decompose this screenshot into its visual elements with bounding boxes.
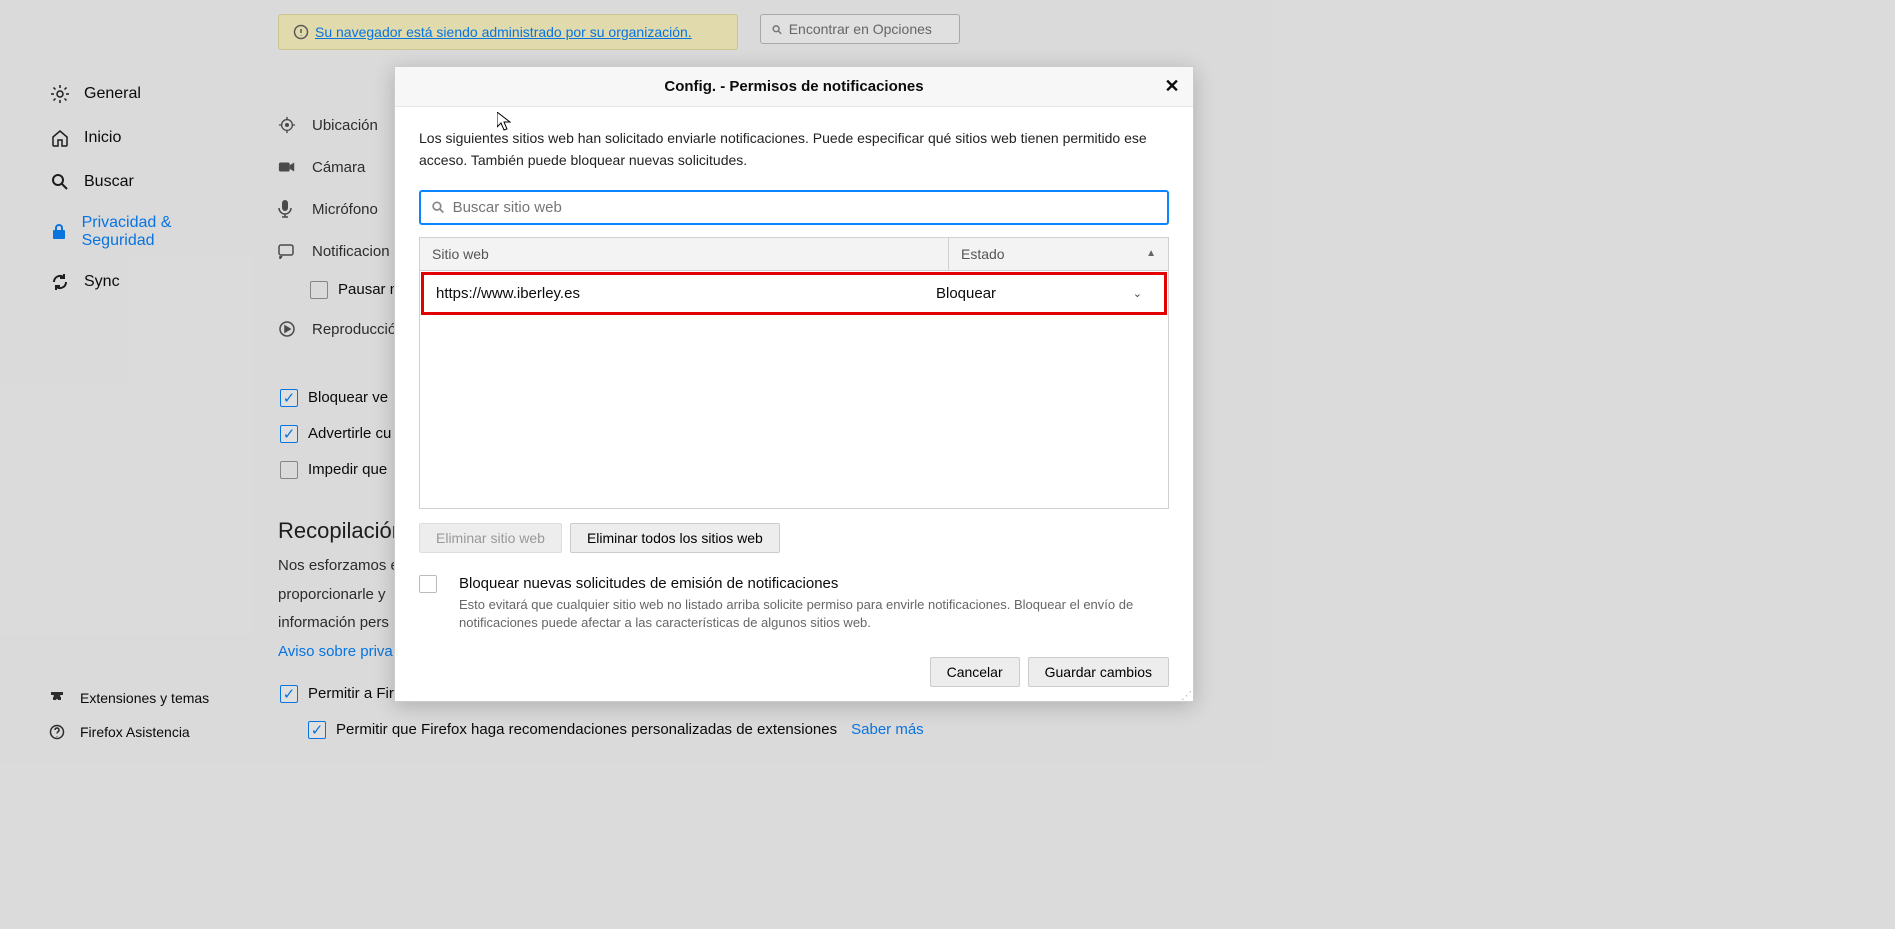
chevron-down-icon: ⌄ — [1133, 287, 1142, 300]
resize-grip-icon[interactable]: ⋰ — [1181, 694, 1191, 699]
block-new-label: Bloquear nuevas solicitudes de emisión d… — [459, 575, 1169, 592]
close-button[interactable]: ✕ — [1161, 75, 1183, 97]
state-dropdown[interactable]: Bloquear ⌄ — [936, 285, 1156, 302]
sites-table: Sitio web Estado ▲ https://www.iberley.e… — [419, 237, 1169, 509]
close-icon: ✕ — [1164, 76, 1179, 97]
sort-ascending-icon: ▲ — [1146, 248, 1156, 259]
modal-title: Config. - Permisos de notificaciones — [664, 78, 923, 95]
modal-description: Los siguientes sitios web han solicitado… — [419, 127, 1169, 172]
website-search-box[interactable] — [419, 190, 1169, 225]
remove-all-sites-button[interactable]: Eliminar todos los sitios web — [570, 523, 780, 553]
modal-title-bar: Config. - Permisos de notificaciones ✕ — [395, 67, 1193, 107]
table-header: Sitio web Estado ▲ — [420, 238, 1168, 271]
site-url: https://www.iberley.es — [432, 283, 936, 304]
website-search-input[interactable] — [453, 199, 1157, 216]
remove-site-button[interactable]: Eliminar sitio web — [419, 523, 562, 553]
site-row[interactable]: https://www.iberley.es Bloquear ⌄ — [424, 275, 1164, 312]
block-new-description: Esto evitará que cualquier sitio web no … — [459, 596, 1169, 632]
block-new-requests-checkbox[interactable] — [419, 575, 437, 593]
cancel-button[interactable]: Cancelar — [930, 657, 1020, 687]
cursor-icon — [497, 112, 511, 132]
notifications-permissions-dialog: Config. - Permisos de notificaciones ✕ L… — [394, 66, 1194, 702]
save-changes-button[interactable]: Guardar cambios — [1028, 657, 1169, 687]
col-header-site[interactable]: Sitio web — [420, 238, 948, 270]
search-icon — [431, 200, 445, 214]
col-header-state[interactable]: Estado ▲ — [948, 238, 1168, 270]
highlighted-row-annotation: https://www.iberley.es Bloquear ⌄ — [421, 272, 1167, 315]
